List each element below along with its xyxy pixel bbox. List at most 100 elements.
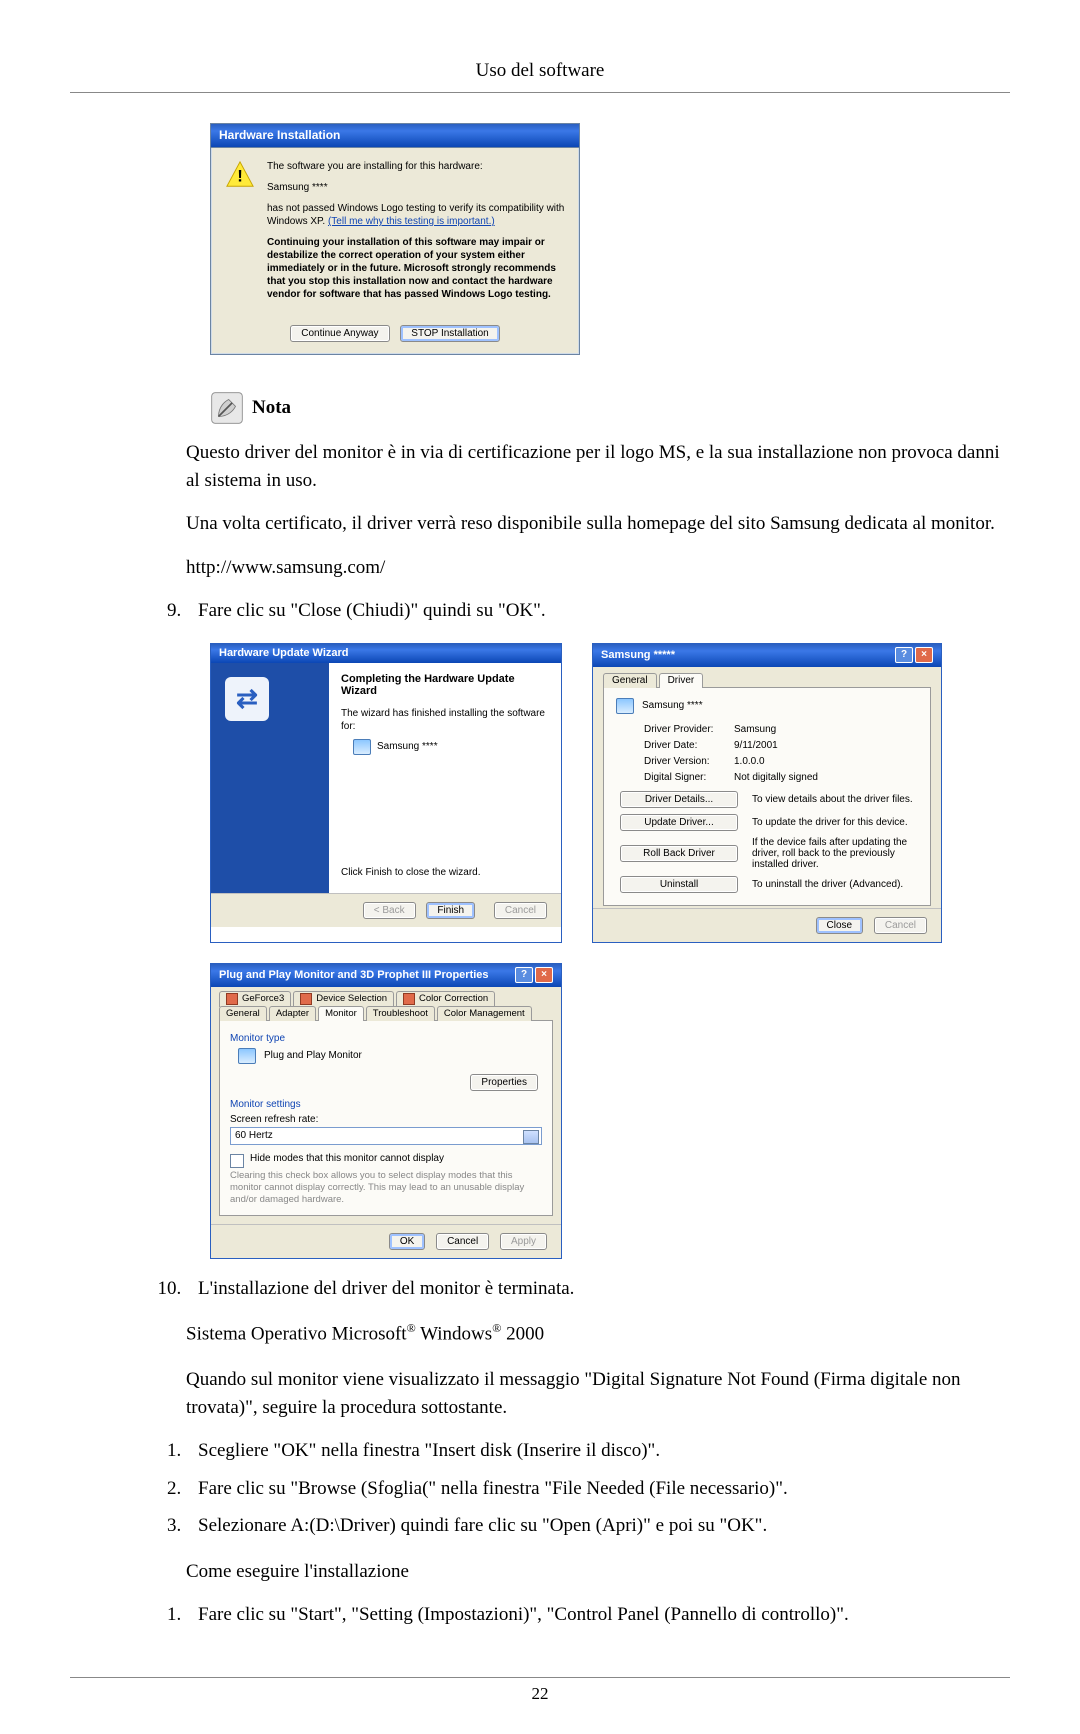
tab-general[interactable]: General — [603, 673, 657, 688]
howto-install-heading: Come eseguire l'installazione — [186, 1558, 1010, 1586]
page-number: 22 — [70, 1684, 1010, 1704]
dialog-body: GeForce3 Device Selection Color Correcti… — [211, 987, 561, 1224]
hide-modes-description: Clearing this check box allows you to se… — [230, 1170, 542, 1207]
driver-details-desc: To view details about the driver files. — [752, 794, 918, 805]
dialog-title: Samsung ***** — [601, 649, 675, 661]
update-driver-desc: To update the driver for this device. — [752, 817, 918, 828]
content-column: Hardware Installation ! The software you… — [210, 123, 1010, 425]
tab-monitor[interactable]: Monitor — [318, 1006, 364, 1021]
close-icon[interactable]: × — [535, 967, 553, 983]
tabs: General Driver — [603, 673, 931, 688]
driver-details-button[interactable]: Driver Details... — [620, 791, 738, 808]
continue-anyway-button[interactable]: Continue Anyway — [290, 325, 389, 342]
wizard-heading: Completing the Hardware Update Wizard — [341, 673, 549, 697]
step-list-9: Fare clic su "Close (Chiudi)" quindi su … — [186, 597, 1010, 625]
list-a-item-2: Fare clic su "Browse (Sfoglia(" nella fi… — [186, 1475, 1010, 1503]
wizard-sidebar: ⇄ — [211, 663, 329, 893]
os-line: Sistema Operativo Microsoft® Windows® 20… — [186, 1320, 1010, 1348]
close-icon[interactable]: × — [915, 647, 933, 663]
dialog-title: Plug and Play Monitor and 3D Prophet III… — [219, 969, 489, 981]
intro-line: The software you are installing for this… — [267, 160, 565, 173]
registered-icon: ® — [492, 1321, 501, 1335]
nvidia-icon — [300, 993, 312, 1005]
nvidia-icon — [226, 993, 238, 1005]
tab-color-management[interactable]: Color Management — [437, 1006, 532, 1021]
update-driver-button[interactable]: Update Driver... — [620, 814, 738, 831]
device-name: Samsung **** — [267, 181, 565, 194]
monitor-settings-group: Monitor settings — [230, 1099, 542, 1110]
apply-button: Apply — [500, 1233, 547, 1250]
wizard-arrows-icon: ⇄ — [225, 677, 269, 721]
footer-rule — [70, 1677, 1010, 1678]
nota-url: http://www.samsung.com/ — [186, 554, 1010, 582]
hardware-installation-dialog: Hardware Installation ! The software you… — [210, 123, 580, 355]
tabs-row-1: GeForce3 Device Selection Color Correcti… — [219, 991, 553, 1007]
help-icon[interactable]: ? — [515, 967, 533, 983]
list-b: Fare clic su "Start", "Setting (Impostaz… — [186, 1601, 1010, 1629]
nota-p2: Una volta certificato, il driver verrà r… — [186, 510, 1010, 538]
body-text-block: Questo driver del monitor è in via di ce… — [186, 439, 1010, 581]
uninstall-desc: To uninstall the driver (Advanced). — [752, 879, 918, 890]
dialogs-row-wrap: Hardware Update Wizard ⇄ Completing the … — [210, 643, 1010, 1259]
monitor-type-value: Plug and Play Monitor — [264, 1050, 362, 1061]
dialog-footer: Close Cancel — [593, 908, 941, 942]
version-label: Driver Version: — [644, 756, 734, 767]
dsnf-paragraph: Quando sul monitor viene visualizzato il… — [186, 1366, 1010, 1421]
step-9: Fare clic su "Close (Chiudi)" quindi su … — [186, 597, 1010, 625]
dialog-title: Hardware Update Wizard — [211, 644, 561, 663]
cancel-button: Cancel — [874, 917, 927, 934]
close-button[interactable]: Close — [816, 917, 864, 934]
list-a-item-3: Selezionare A:(D:\Driver) quindi fare cl… — [186, 1512, 1010, 1540]
date-value: 9/11/2001 — [734, 740, 918, 751]
tab-general[interactable]: General — [219, 1006, 267, 1021]
window-controls: ? × — [895, 647, 933, 663]
step-list-10: L'installazione del driver del monitor è… — [186, 1275, 1010, 1303]
hide-modes-row: Hide modes that this monitor cannot disp… — [230, 1153, 542, 1168]
not-passed-line: has not passed Windows Logo testing to v… — [267, 202, 565, 228]
window-controls: ? × — [515, 967, 553, 983]
list-b-item-1: Fare clic su "Start", "Setting (Impostaz… — [186, 1601, 1010, 1629]
list-a-item-1: Scegliere "OK" nella finestra "Insert di… — [186, 1437, 1010, 1465]
date-label: Driver Date: — [644, 740, 734, 751]
dialogs-row: Hardware Update Wizard ⇄ Completing the … — [210, 643, 1010, 943]
provider-value: Samsung — [734, 724, 918, 735]
monitor-type-row: Plug and Play Monitor — [238, 1048, 542, 1064]
finish-button[interactable]: Finish — [426, 902, 475, 919]
tab-device-selection[interactable]: Device Selection — [293, 991, 394, 1007]
wizard-main: Completing the Hardware Update Wizard Th… — [329, 663, 561, 893]
hide-modes-label: Hide modes that this monitor cannot disp… — [250, 1153, 444, 1164]
hide-modes-checkbox[interactable] — [230, 1154, 244, 1168]
tab-panel-monitor: Monitor type Plug and Play Monitor Prope… — [219, 1020, 553, 1216]
properties-button[interactable]: Properties — [470, 1074, 538, 1091]
dialog-title: Hardware Installation — [211, 124, 579, 148]
hardware-update-wizard-dialog: Hardware Update Wizard ⇄ Completing the … — [210, 643, 562, 943]
device-row: Samsung **** — [616, 698, 918, 714]
stop-installation-button[interactable]: STOP Installation — [400, 325, 499, 342]
rollback-driver-button[interactable]: Roll Back Driver — [620, 845, 738, 862]
tab-adapter[interactable]: Adapter — [269, 1006, 316, 1021]
monitor-type-group: Monitor type — [230, 1033, 542, 1044]
document-page: Uso del software Hardware Installation !… — [0, 0, 1080, 1734]
tell-me-why-link[interactable]: (Tell me why this testing is important.) — [328, 216, 495, 227]
registered-icon: ® — [407, 1321, 416, 1335]
uninstall-button[interactable]: Uninstall — [620, 876, 738, 893]
signer-label: Digital Signer: — [644, 772, 734, 783]
note-icon — [210, 391, 244, 425]
ok-button[interactable]: OK — [389, 1233, 425, 1250]
provider-label: Driver Provider: — [644, 724, 734, 735]
cancel-button: Cancel — [494, 902, 547, 919]
refresh-rate-label: Screen refresh rate: — [230, 1114, 542, 1125]
cancel-button[interactable]: Cancel — [436, 1233, 489, 1250]
device-name: Samsung **** — [642, 700, 703, 711]
tab-driver[interactable]: Driver — [659, 673, 704, 688]
help-icon[interactable]: ? — [895, 647, 913, 663]
header-rule — [70, 92, 1010, 93]
tab-panel-driver: Samsung **** Driver Provider: Samsung Dr… — [603, 687, 931, 906]
tab-color-correction[interactable]: Color Correction — [396, 991, 495, 1007]
refresh-rate-combobox[interactable]: 60 Hertz ▾ — [230, 1127, 542, 1145]
tab-troubleshoot[interactable]: Troubleshoot — [366, 1006, 435, 1021]
dialog-title-bar: Samsung ***** ? × — [593, 644, 941, 667]
nvidia-icon — [403, 993, 415, 1005]
tab-geforce3[interactable]: GeForce3 — [219, 991, 291, 1007]
dialog-body-text: The software you are installing for this… — [267, 160, 565, 309]
